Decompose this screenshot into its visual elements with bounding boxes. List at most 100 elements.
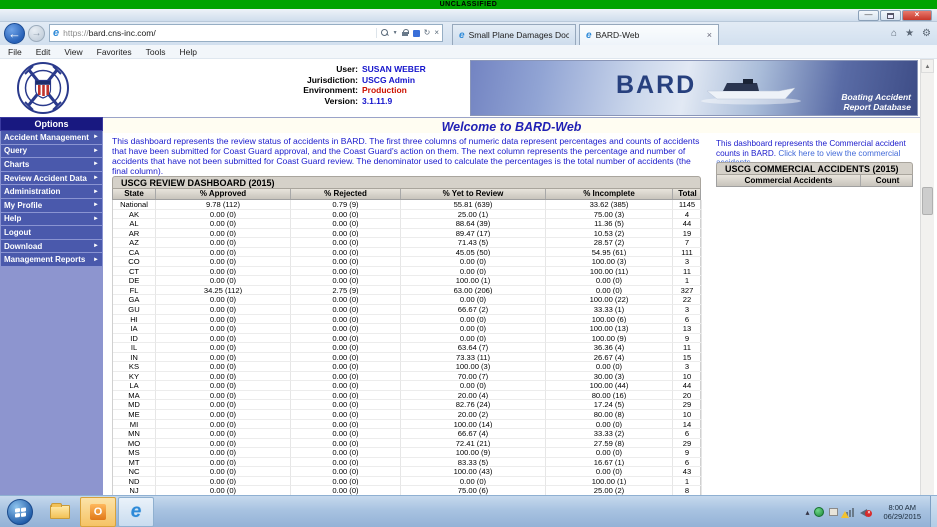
- uscg-seal-logo: [16, 61, 70, 120]
- table-cell: 0.00 (0): [291, 248, 401, 258]
- search-icon[interactable]: [381, 29, 389, 37]
- sidebar-item-download[interactable]: Download►: [0, 240, 103, 254]
- table-cell: 33.62 (385): [546, 200, 673, 210]
- table-cell: 0.00 (0): [291, 477, 401, 487]
- column-header: % Yet to Review: [401, 189, 546, 199]
- review-dashboard: USCG REVIEW DASHBOARD (2015) State% Appr…: [112, 176, 701, 496]
- taskbar-outlook-button[interactable]: O: [80, 497, 116, 527]
- table-cell: 9.78 (112): [156, 200, 291, 210]
- browser-titlebar: — ×: [0, 9, 937, 22]
- settings-gear-icon[interactable]: ⚙: [922, 28, 931, 39]
- favorites-star-icon[interactable]: ★: [905, 28, 914, 39]
- sidebar-item-my-profile[interactable]: My Profile►: [0, 199, 103, 213]
- tab-small-plane[interactable]: e Small Plane Damages Dock O...: [452, 24, 576, 45]
- version-label: Version:: [240, 96, 358, 107]
- sidebar-item-accident-management[interactable]: Accident Management►: [0, 131, 103, 145]
- table-cell: 0.00 (0): [291, 467, 401, 477]
- table-cell: 10: [673, 410, 702, 420]
- table-cell: MT: [113, 458, 156, 468]
- table-cell: AR: [113, 229, 156, 239]
- table-row: MO0.00 (0)0.00 (0)72.41 (21)27.59 (8)29: [113, 439, 700, 449]
- table-cell: 36.36 (4): [546, 343, 673, 353]
- table-cell: 0.00 (0): [291, 372, 401, 382]
- table-row: DE0.00 (0)0.00 (0)100.00 (1)0.00 (0)1: [113, 276, 700, 286]
- table-cell: 1145: [673, 200, 702, 210]
- table-cell: 33.33 (2): [546, 429, 673, 439]
- sidebar-item-charts[interactable]: Charts►: [0, 158, 103, 172]
- table-cell: 82.76 (24): [401, 400, 546, 410]
- close-button[interactable]: ×: [902, 10, 932, 21]
- tray-expand-icon[interactable]: ▴: [805, 508, 809, 517]
- table-cell: 80.00 (16): [546, 391, 673, 401]
- table-cell: 0.00 (0): [156, 257, 291, 267]
- table-cell: 6: [673, 429, 702, 439]
- column-header: Count: [861, 175, 914, 186]
- show-desktop-button[interactable]: [930, 496, 937, 527]
- tray-window-icon[interactable]: [829, 508, 838, 516]
- home-icon[interactable]: ⌂: [891, 28, 897, 39]
- table-cell: 0.00 (0): [156, 410, 291, 420]
- tab-close-icon[interactable]: ×: [707, 30, 712, 40]
- network-icon[interactable]: [843, 507, 855, 517]
- vertical-scrollbar[interactable]: ▲: [920, 59, 934, 495]
- table-cell: 4: [673, 210, 702, 220]
- table-cell: 100.00 (11): [546, 267, 673, 277]
- page-header: User:SUSAN WEBER Jurisdiction:USCG Admin…: [0, 59, 937, 117]
- table-cell: MA: [113, 391, 156, 401]
- table-cell: 0.00 (0): [156, 458, 291, 468]
- sidebar-item-query[interactable]: Query►: [0, 145, 103, 159]
- submenu-arrow-icon: ►: [93, 202, 99, 208]
- menu-file[interactable]: File: [8, 47, 22, 57]
- restore-button[interactable]: [880, 10, 901, 21]
- tray-agent-icon[interactable]: [814, 507, 824, 517]
- start-button[interactable]: [7, 499, 33, 525]
- sidebar-item-help[interactable]: Help►: [0, 213, 103, 227]
- review-table-header: State% Approved% Rejected% Yet to Review…: [112, 189, 701, 200]
- table-cell: 9: [673, 448, 702, 458]
- column-header: % Incomplete: [546, 189, 673, 199]
- scroll-up-icon[interactable]: ▲: [921, 59, 934, 73]
- table-row: KS0.00 (0)0.00 (0)100.00 (3)0.00 (0)3: [113, 362, 700, 372]
- taskbar-ie-button[interactable]: e: [118, 497, 154, 527]
- menu-edit[interactable]: Edit: [36, 47, 51, 57]
- sidebar-item-management-reports[interactable]: Management Reports►: [0, 253, 103, 267]
- table-row: National9.78 (112)0.79 (9)55.81 (639)33.…: [113, 200, 700, 210]
- sidebar-item-administration[interactable]: Administration►: [0, 185, 103, 199]
- table-cell: 100.00 (9): [546, 334, 673, 344]
- table-cell: CA: [113, 248, 156, 258]
- table-cell: 0.00 (0): [291, 458, 401, 468]
- table-row: AK0.00 (0)0.00 (0)25.00 (1)75.00 (3)4: [113, 210, 700, 220]
- refresh-icon[interactable]: ↻: [424, 28, 431, 38]
- table-row: NC0.00 (0)0.00 (0)100.00 (43)0.00 (0)43: [113, 467, 700, 477]
- menu-favorites[interactable]: Favorites: [97, 47, 132, 57]
- forward-button[interactable]: →: [28, 25, 45, 42]
- environment-value: Production: [358, 85, 407, 96]
- review-dashboard-title: USCG REVIEW DASHBOARD (2015): [112, 176, 701, 189]
- tab-bard-web[interactable]: e BARD-Web ×: [579, 24, 719, 45]
- stop-icon[interactable]: ×: [434, 28, 439, 38]
- sidebar-item-review-accident-data[interactable]: Review Accident Data►: [0, 172, 103, 186]
- table-cell: 0.00 (0): [291, 420, 401, 430]
- address-bar[interactable]: e https://bard.cns-inc.com/ ▼ ↻ ×: [49, 24, 443, 42]
- submenu-arrow-icon: ►: [93, 257, 99, 263]
- taskbar-clock[interactable]: 8:00 AM 06/29/2015: [877, 503, 927, 521]
- windows-flag-icon: [15, 507, 26, 517]
- taskbar-explorer-button[interactable]: [42, 497, 78, 527]
- sidebar-item-logout[interactable]: Logout: [0, 226, 103, 240]
- scrollbar-thumb[interactable]: [922, 187, 933, 215]
- table-cell: 0.00 (0): [401, 324, 546, 334]
- menu-view[interactable]: View: [64, 47, 82, 57]
- compatibility-icon[interactable]: [413, 30, 420, 37]
- table-cell: 17.24 (5): [546, 400, 673, 410]
- menu-help[interactable]: Help: [179, 47, 196, 57]
- table-cell: 43: [673, 467, 702, 477]
- back-button[interactable]: ←: [4, 23, 25, 44]
- table-cell: 29: [673, 439, 702, 449]
- table-cell: 3: [673, 257, 702, 267]
- volume-muted-icon[interactable]: ×: [860, 507, 872, 517]
- table-cell: 0.00 (0): [401, 315, 546, 325]
- commercial-table-header: Commercial AccidentsCount: [716, 175, 913, 187]
- search-dropdown-icon[interactable]: ▼: [393, 28, 398, 38]
- minimize-button[interactable]: —: [858, 10, 879, 21]
- menu-tools[interactable]: Tools: [146, 47, 166, 57]
